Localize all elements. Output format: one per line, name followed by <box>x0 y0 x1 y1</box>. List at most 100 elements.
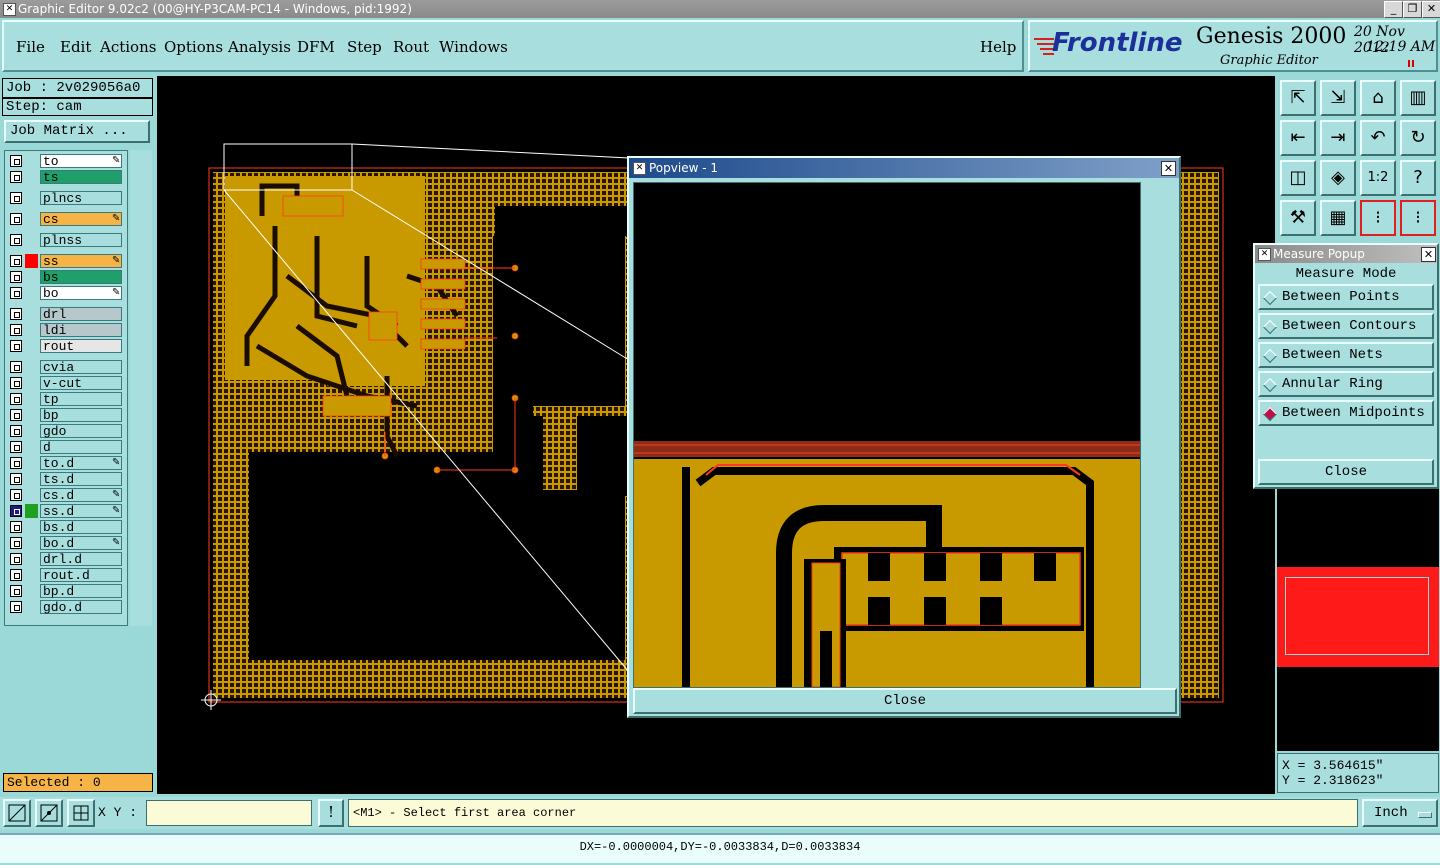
menu-rout[interactable]: Rout <box>393 38 429 56</box>
zoom-home-icon[interactable]: ⇱ <box>1280 80 1316 116</box>
layer-row[interactable]: bo ✎ <box>8 286 124 301</box>
menu-step[interactable]: Step <box>347 38 382 56</box>
layer-checkbox[interactable] <box>10 287 22 299</box>
menu-help[interactable]: Help <box>980 38 1016 56</box>
layer-name[interactable]: d <box>40 440 122 455</box>
menu-dfm[interactable]: DFM <box>297 38 335 56</box>
layer-checkbox[interactable] <box>10 537 22 549</box>
layer-checkbox[interactable] <box>10 171 22 183</box>
layer-name[interactable]: cvia <box>40 360 122 375</box>
layer-name[interactable]: ss <box>40 254 122 269</box>
layer-row[interactable]: ss ✎ <box>8 254 124 269</box>
xy-input[interactable] <box>146 800 312 826</box>
pan-right-icon[interactable]: ⇥ <box>1320 120 1356 156</box>
units-select[interactable]: Inch <box>1362 799 1438 827</box>
layer-row[interactable]: plnss <box>8 233 124 248</box>
layer-row[interactable]: to.d ✎ <box>8 456 124 471</box>
layer-row[interactable]: drl <box>8 307 124 322</box>
layer-name[interactable]: rout <box>40 339 122 354</box>
measure-title-bar[interactable]: ✕ Measure Popup ✕ <box>1255 245 1437 263</box>
layer-row[interactable]: drl.d <box>8 552 124 567</box>
measure-option[interactable]: Between Midpoints <box>1258 400 1434 426</box>
layer-checkbox[interactable] <box>10 585 22 597</box>
layer-name[interactable]: plnss <box>40 233 122 248</box>
menu-options[interactable]: Options <box>164 38 223 56</box>
layer-row[interactable]: to ✎ <box>8 154 124 169</box>
layer-name[interactable]: bp <box>40 408 122 423</box>
popview-canvas[interactable] <box>633 182 1141 688</box>
layer-row[interactable]: cs.d ✎ <box>8 488 124 503</box>
layer-row[interactable]: plncs <box>8 191 124 206</box>
layer-name[interactable]: gdo.d <box>40 600 122 615</box>
layer-name[interactable]: bs <box>40 270 122 285</box>
measure-close-button[interactable]: Close <box>1258 459 1434 485</box>
layer-row[interactable]: bo.d ✎ <box>8 536 124 551</box>
layer-checkbox[interactable] <box>10 601 22 613</box>
close-window-button[interactable]: ✕ <box>1422 1 1440 18</box>
layer-row[interactable]: cs ✎ <box>8 212 124 227</box>
layer-checkbox[interactable] <box>10 192 22 204</box>
layer-name[interactable]: ldi <box>40 323 122 338</box>
layer-name[interactable]: cs.d <box>40 488 122 503</box>
layer-name[interactable]: v-cut <box>40 376 122 391</box>
layer-row[interactable]: bs.d <box>8 520 124 535</box>
minimize-button[interactable]: _ <box>1384 1 1403 18</box>
layer-display-alt-icon[interactable]: ⁝ <box>1400 200 1436 236</box>
layer-row[interactable]: ss.d ✎ <box>8 504 124 519</box>
window-split-icon[interactable]: ▥ <box>1400 80 1436 116</box>
layer-checkbox[interactable] <box>10 393 22 405</box>
menu-file[interactable]: File <box>16 38 45 56</box>
layer-name[interactable]: bs.d <box>40 520 122 535</box>
grid-icon[interactable]: ▦ <box>1320 200 1356 236</box>
layer-row[interactable]: ldi <box>8 323 124 338</box>
layer-row[interactable]: bs <box>8 270 124 285</box>
layer-checkbox[interactable] <box>10 553 22 565</box>
layer-name[interactable]: gdo <box>40 424 122 439</box>
measure-option[interactable]: Annular Ring <box>1258 371 1434 397</box>
exclamation-icon[interactable]: ! <box>318 799 344 827</box>
popview-title-bar[interactable]: ✕ Popview - 1 ✕ <box>629 158 1179 178</box>
layer-row[interactable]: d <box>8 440 124 455</box>
layer-row[interactable]: rout.d <box>8 568 124 583</box>
layer-name[interactable]: to <box>40 154 122 169</box>
menu-actions[interactable]: Actions <box>100 38 156 56</box>
left-panel-scrollbar[interactable] <box>130 150 152 626</box>
layer-checkbox[interactable] <box>10 324 22 336</box>
layer-name[interactable]: bp.d <box>40 584 122 599</box>
job-matrix-button[interactable]: Job Matrix ... <box>4 120 150 143</box>
layer-checkbox[interactable] <box>10 155 22 167</box>
layer-checkbox[interactable] <box>10 308 22 320</box>
measure-option[interactable]: Between Points <box>1258 284 1434 310</box>
measure-option[interactable]: Between Nets <box>1258 342 1434 368</box>
layer-row[interactable]: rout <box>8 339 124 354</box>
layer-name[interactable]: tp <box>40 392 122 407</box>
layer-name[interactable]: ts <box>40 170 122 185</box>
layer-checkbox[interactable] <box>10 234 22 246</box>
popview-close-icon[interactable]: ✕ <box>1161 161 1176 176</box>
zoom-in-icon[interactable]: ⇲ <box>1320 80 1356 116</box>
grid-snap-icon[interactable] <box>67 799 95 827</box>
ratio-icon[interactable]: 1:2 <box>1360 160 1396 196</box>
popview-scrollbar[interactable] <box>1141 182 1179 686</box>
layer-row[interactable]: bp <box>8 408 124 423</box>
layer-checkbox[interactable] <box>10 457 22 469</box>
menu-windows[interactable]: Windows <box>439 38 508 56</box>
layer-checkbox[interactable] <box>10 473 22 485</box>
undo-zoom-icon[interactable]: ↶ <box>1360 120 1396 156</box>
measure-option[interactable]: Between Contours <box>1258 313 1434 339</box>
pan-left-icon[interactable]: ⇤ <box>1280 120 1316 156</box>
layer-row[interactable]: ts <box>8 170 124 185</box>
layer-checkbox[interactable] <box>10 213 22 225</box>
help-icon[interactable]: ? <box>1400 160 1436 196</box>
overview-panel[interactable] <box>1277 489 1439 751</box>
layer-checkbox[interactable] <box>10 409 22 421</box>
maximize-button[interactable]: ❐ <box>1403 1 1422 18</box>
layer-name[interactable]: drl <box>40 307 122 322</box>
layer-row[interactable]: gdo.d <box>8 600 124 615</box>
menu-edit[interactable]: Edit <box>60 38 91 56</box>
layer-row[interactable]: cvia <box>8 360 124 375</box>
layer-name[interactable]: drl.d <box>40 552 122 567</box>
layer-name[interactable]: plncs <box>40 191 122 206</box>
layer-checkbox[interactable] <box>10 425 22 437</box>
measure-close-icon[interactable]: ✕ <box>1421 247 1436 262</box>
